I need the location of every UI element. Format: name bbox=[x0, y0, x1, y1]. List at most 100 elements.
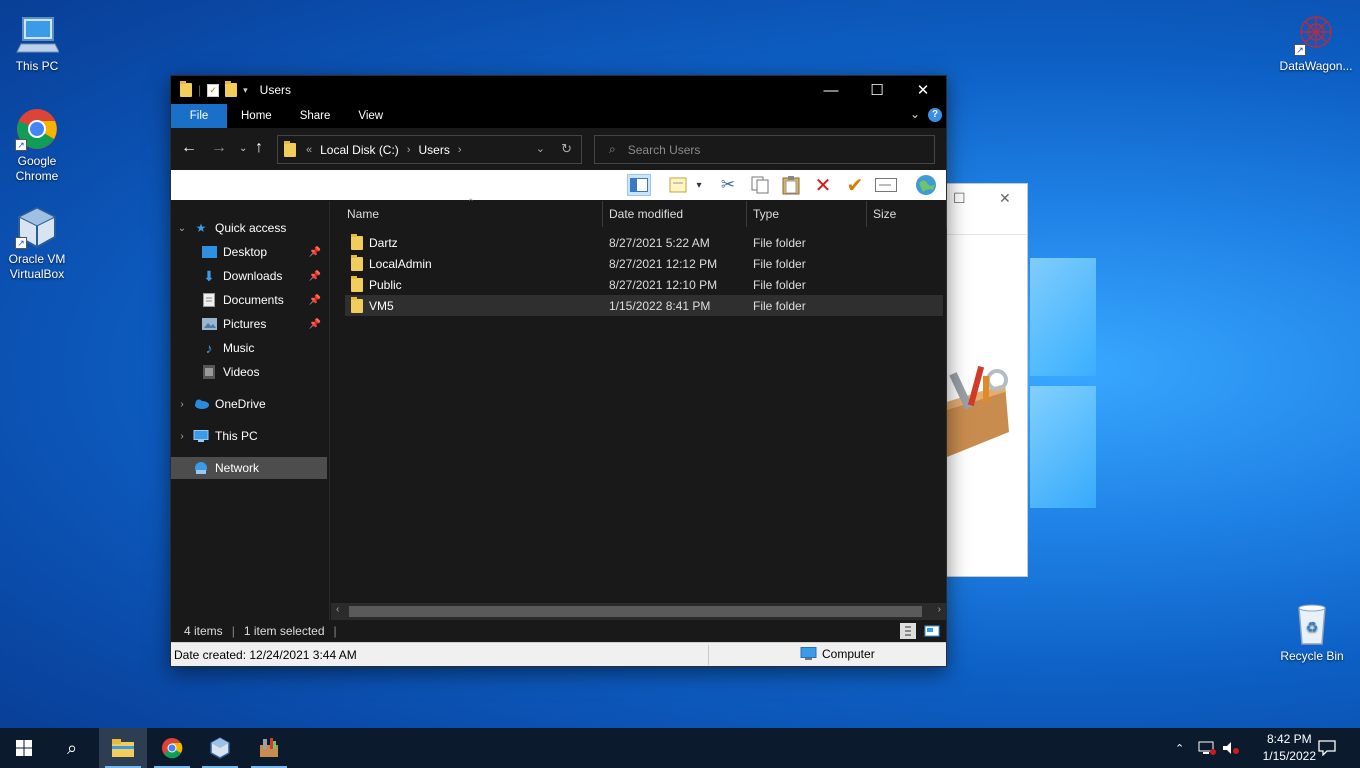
column-header-date-modified[interactable]: Date modified bbox=[603, 201, 747, 227]
pin-icon[interactable]: 📌 bbox=[309, 319, 321, 330]
help-icon[interactable]: ? bbox=[928, 108, 942, 122]
details-view-icon[interactable] bbox=[900, 623, 916, 639]
desktop-icon-virtualbox[interactable]: ↗ Oracle VM VirtualBox bbox=[1, 205, 73, 282]
taskbar-clock[interactable]: 8:42 PM 1/15/2022 bbox=[1263, 731, 1316, 765]
address-bar[interactable]: « Local Disk (C:) › Users › ⌄ ↻ bbox=[277, 135, 582, 164]
breadcrumb-local-disk[interactable]: Local Disk (C:) bbox=[320, 143, 399, 157]
chevron-down-icon[interactable]: ⌄ bbox=[171, 223, 193, 234]
folder-icon bbox=[351, 234, 363, 250]
rename-icon[interactable] bbox=[874, 174, 898, 196]
expand-ribbon-icon[interactable]: ⌄ bbox=[910, 107, 920, 121]
address-dropdown-icon[interactable]: ⌄ bbox=[536, 142, 545, 155]
nav-onedrive[interactable]: › OneDrive bbox=[171, 393, 327, 415]
properties-dropdown-icon[interactable]: ▾ bbox=[693, 174, 705, 196]
file-row-public[interactable]: Public 8/27/2021 12:10 PM File folder bbox=[345, 274, 943, 295]
breadcrumb-separator[interactable]: › bbox=[458, 144, 462, 156]
globe-icon[interactable] bbox=[914, 174, 938, 196]
desktop-icon-chrome[interactable]: ↗ Google Chrome bbox=[1, 107, 73, 184]
status-bar: 4 items | 1 item selected | bbox=[171, 620, 946, 642]
file-explorer-window[interactable]: | ✓ ▾ Users — ☐ ✕ File Home Share View ⌄… bbox=[170, 75, 947, 667]
forward-button[interactable]: → bbox=[211, 139, 227, 157]
scroll-right-icon[interactable]: › bbox=[938, 604, 941, 615]
pin-icon[interactable]: 📌 bbox=[309, 247, 321, 258]
taskbar-virtualbox[interactable] bbox=[196, 728, 244, 768]
desktop-icon-recycle-bin[interactable]: ♻ Recycle Bin bbox=[1276, 602, 1348, 664]
close-button[interactable]: ✕ bbox=[900, 76, 946, 104]
recent-locations-dropdown[interactable]: ⌄ bbox=[239, 143, 247, 154]
pin-icon[interactable]: 📌 bbox=[309, 295, 321, 306]
tab-share[interactable]: Share bbox=[286, 104, 345, 128]
check-icon[interactable]: ✔ bbox=[843, 174, 867, 197]
location-label: Computer bbox=[822, 647, 875, 661]
column-header-type[interactable]: Type bbox=[747, 201, 867, 227]
show-hidden-icons[interactable]: ⌃ bbox=[1175, 728, 1184, 768]
volume-muted-icon[interactable] bbox=[1222, 728, 1240, 768]
clock-date: 1/15/2022 bbox=[1262, 749, 1316, 763]
delete-icon[interactable]: ✕ bbox=[811, 174, 835, 197]
close-icon[interactable]: ✕ bbox=[999, 190, 1011, 207]
tab-home[interactable]: Home bbox=[227, 104, 286, 128]
search-button[interactable]: ⌕ bbox=[48, 728, 96, 768]
file-type: File folder bbox=[753, 277, 806, 292]
minimize-button[interactable]: — bbox=[808, 76, 854, 104]
nav-this-pc[interactable]: › This PC bbox=[171, 425, 327, 447]
maximize-icon[interactable]: ☐ bbox=[953, 190, 966, 207]
separator: | bbox=[198, 83, 202, 97]
overflow-chevron[interactable]: « bbox=[306, 144, 312, 156]
preview-pane-icon[interactable] bbox=[627, 174, 651, 196]
taskbar-file-explorer[interactable] bbox=[99, 728, 147, 768]
cut-icon[interactable]: ✂ bbox=[716, 174, 740, 196]
maximize-button[interactable]: ☐ bbox=[854, 76, 900, 104]
properties-icon[interactable]: ✓ bbox=[207, 83, 220, 97]
file-row-dartz[interactable]: Dartz 8/27/2021 5:22 AM File folder bbox=[345, 232, 943, 253]
nav-item-music[interactable]: ♪ Music bbox=[171, 337, 327, 359]
scrollbar-thumb[interactable] bbox=[349, 606, 922, 617]
cloud-icon bbox=[193, 397, 209, 411]
nav-quick-access[interactable]: ⌄ ★ Quick access bbox=[171, 217, 327, 239]
file-row-vm5[interactable]: VM5 1/15/2022 8:41 PM File folder bbox=[345, 295, 943, 316]
recycle-bin-icon: ♻ bbox=[1290, 602, 1334, 646]
file-list: ⌃ Name Date modified Type Size Dartz 8/2… bbox=[331, 197, 947, 620]
notifications-icon[interactable] bbox=[1318, 728, 1336, 768]
nav-item-pictures[interactable]: Pictures 📌 bbox=[171, 313, 327, 335]
clock-time: 8:42 PM bbox=[1266, 732, 1312, 746]
column-header-size[interactable]: Size bbox=[867, 201, 947, 227]
refresh-icon[interactable]: ↻ bbox=[561, 141, 572, 157]
background-app-window[interactable]: ☐ ✕ bbox=[946, 183, 1028, 577]
breadcrumb-separator[interactable]: › bbox=[407, 144, 411, 156]
desktop-icon-this-pc[interactable]: This PC bbox=[1, 12, 73, 74]
taskbar-app[interactable] bbox=[245, 728, 293, 768]
start-button[interactable] bbox=[0, 728, 48, 768]
chevron-right-icon[interactable]: › bbox=[171, 431, 193, 442]
nav-item-documents[interactable]: Documents 📌 bbox=[171, 289, 327, 311]
back-button[interactable]: ← bbox=[181, 139, 197, 157]
breadcrumb-users[interactable]: Users bbox=[418, 143, 449, 157]
pin-icon[interactable]: 📌 bbox=[309, 271, 321, 282]
nav-pane-divider[interactable] bbox=[329, 201, 330, 620]
nav-item-videos[interactable]: Videos bbox=[171, 361, 327, 383]
nav-item-downloads[interactable]: ⬇ Downloads 📌 bbox=[171, 265, 327, 287]
network-icon bbox=[193, 461, 209, 475]
paste-icon[interactable] bbox=[779, 174, 803, 196]
large-icons-view-icon[interactable] bbox=[924, 623, 940, 639]
scroll-left-icon[interactable]: ‹ bbox=[336, 604, 339, 615]
tab-file[interactable]: File bbox=[171, 104, 227, 128]
copy-icon[interactable] bbox=[748, 174, 772, 196]
search-input[interactable]: ⌕ Search Users bbox=[594, 135, 935, 164]
taskbar-chrome[interactable] bbox=[148, 728, 196, 768]
nav-item-desktop[interactable]: Desktop 📌 bbox=[171, 241, 327, 263]
qat-dropdown-icon[interactable]: ▾ bbox=[243, 85, 248, 96]
virtualbox-icon: ↗ bbox=[15, 205, 59, 249]
nav-network[interactable]: Network bbox=[171, 457, 327, 479]
horizontal-scrollbar[interactable]: ‹ › bbox=[331, 603, 946, 620]
chevron-right-icon[interactable]: › bbox=[171, 399, 193, 410]
network-status-icon[interactable] bbox=[1198, 728, 1216, 768]
new-folder-icon[interactable] bbox=[225, 81, 238, 97]
title-bar[interactable]: | ✓ ▾ Users — ☐ ✕ bbox=[171, 76, 946, 104]
desktop-icon-datawagon[interactable]: ↗ DataWagon... bbox=[1276, 12, 1356, 74]
column-header-name[interactable]: Name bbox=[341, 201, 603, 227]
file-row-localadmin[interactable]: LocalAdmin 8/27/2021 12:12 PM File folde… bbox=[345, 253, 943, 274]
up-button[interactable]: ↑ bbox=[255, 139, 263, 157]
properties-icon[interactable] bbox=[667, 174, 691, 196]
tab-view[interactable]: View bbox=[344, 104, 397, 128]
